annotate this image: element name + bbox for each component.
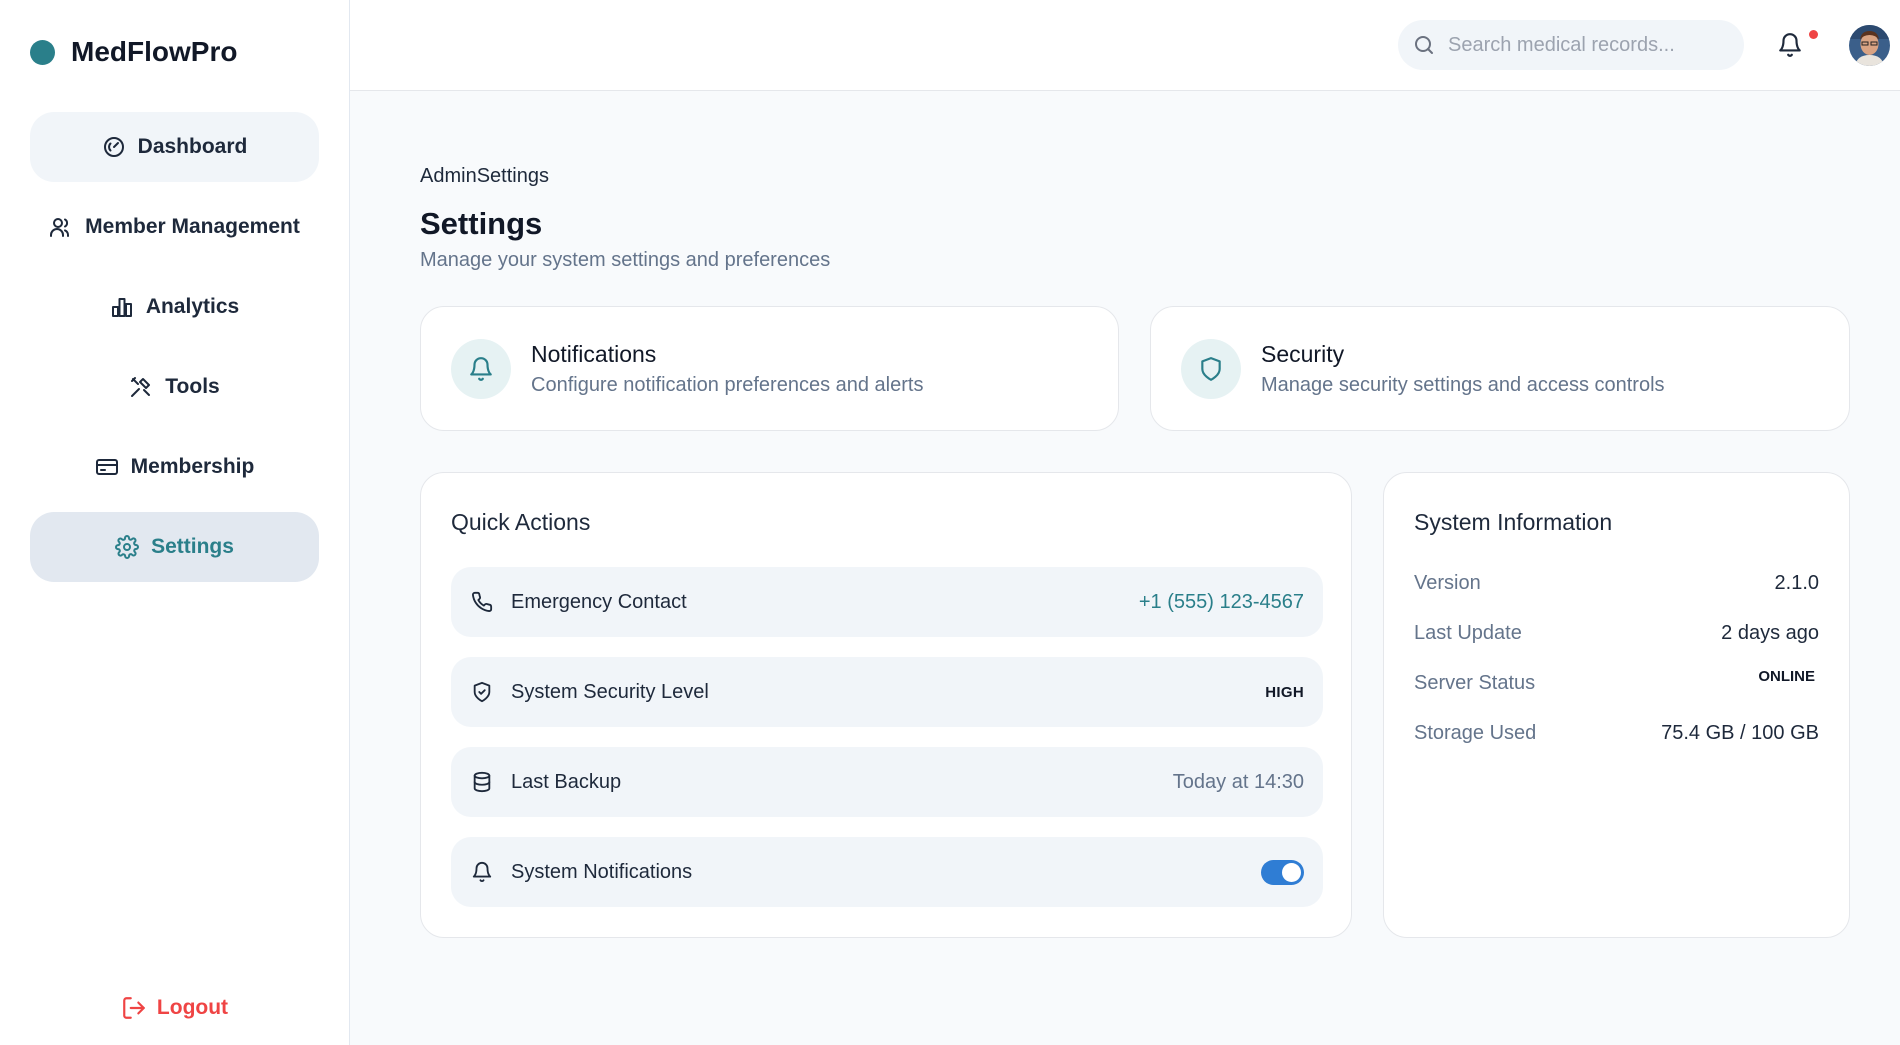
info-value: 2.1.0 bbox=[1774, 572, 1819, 594]
search-input[interactable] bbox=[1448, 33, 1718, 57]
quick-actions-panel: Quick Actions Emergency Contact +1 (555)… bbox=[420, 472, 1352, 938]
emergency-contact-row[interactable]: Emergency Contact +1 (555) 123-4567 bbox=[451, 567, 1323, 637]
info-value: 2 days ago bbox=[1721, 622, 1819, 644]
emergency-phone-link[interactable]: +1 (555) 123-4567 bbox=[1139, 591, 1304, 614]
toggle-knob bbox=[1282, 862, 1301, 882]
bell-icon bbox=[451, 338, 511, 399]
bar-chart-icon bbox=[110, 295, 134, 319]
sidebar-item-dashboard[interactable]: Dashboard bbox=[30, 112, 319, 182]
info-row-server-status: Server Status ONLINE bbox=[1414, 668, 1819, 695]
gear-icon bbox=[115, 535, 140, 559]
info-key: Version bbox=[1414, 572, 1481, 594]
info-key: Last Update bbox=[1414, 622, 1522, 644]
info-value: 75.4 GB / 100 GB bbox=[1661, 722, 1819, 744]
shield-icon bbox=[471, 681, 493, 703]
system-notifications-row[interactable]: System Notifications bbox=[451, 837, 1323, 907]
app-name: MedFlowPro bbox=[71, 36, 238, 67]
info-key: Storage Used bbox=[1414, 722, 1537, 744]
info-row-last-update: Last Update 2 days ago bbox=[1414, 622, 1819, 645]
search-bar[interactable] bbox=[1398, 20, 1744, 70]
sidebar-item-member-management[interactable]: Member Management bbox=[30, 192, 319, 262]
row-label: System Notifications bbox=[511, 860, 693, 883]
sidebar-item-analytics[interactable]: Analytics bbox=[30, 272, 319, 342]
logout-button[interactable]: Logout bbox=[30, 995, 319, 1021]
bell-icon bbox=[1777, 31, 1803, 59]
main-content: AdminSettings Settings Manage your syste… bbox=[350, 91, 1900, 1045]
notifications-button[interactable] bbox=[1777, 31, 1803, 59]
users-icon bbox=[49, 215, 73, 239]
top-bar bbox=[350, 0, 1900, 91]
tools-icon bbox=[129, 375, 153, 399]
phone-icon bbox=[471, 591, 493, 613]
app-logo[interactable]: MedFlowPro bbox=[30, 36, 237, 68]
card-title: Notifications bbox=[531, 340, 657, 367]
logout-icon bbox=[121, 995, 147, 1021]
sidebar-item-label: Tools bbox=[165, 375, 220, 398]
security-card[interactable]: Security Manage security settings and ac… bbox=[1150, 306, 1850, 431]
logout-label: Logout bbox=[156, 996, 229, 1019]
row-label: Last Backup bbox=[511, 770, 622, 793]
panel-title: Quick Actions bbox=[451, 509, 591, 535]
sidebar-item-label: Member Management bbox=[85, 215, 300, 238]
shield-icon bbox=[1181, 338, 1241, 399]
last-backup-row[interactable]: Last Backup Today at 14:30 bbox=[451, 747, 1323, 817]
database-icon bbox=[471, 771, 493, 793]
info-key: Server Status bbox=[1414, 672, 1536, 694]
notification-indicator bbox=[1809, 30, 1818, 39]
page-title: Settings bbox=[420, 206, 543, 241]
sidebar-item-label: Settings bbox=[151, 535, 234, 558]
sidebar-item-label: Membership bbox=[130, 455, 255, 478]
sidebar: MedFlowPro Dashboard Member Management A… bbox=[0, 0, 350, 1045]
breadcrumb: AdminSettings bbox=[420, 165, 549, 187]
sidebar-item-label: Analytics bbox=[145, 295, 240, 318]
last-backup-value: Today at 14:30 bbox=[1172, 770, 1304, 793]
info-row-storage-used: Storage Used 75.4 GB / 100 GB bbox=[1414, 722, 1819, 745]
search-icon bbox=[1412, 33, 1436, 57]
security-level-badge: HIGH bbox=[1265, 683, 1304, 701]
sidebar-item-membership[interactable]: Membership bbox=[30, 432, 319, 502]
gauge-icon bbox=[102, 135, 126, 159]
notifications-card[interactable]: Notifications Configure notification pre… bbox=[420, 306, 1119, 431]
page-subtitle: Manage your system settings and preferen… bbox=[420, 249, 831, 271]
sidebar-item-settings[interactable]: Settings bbox=[30, 512, 319, 582]
logo-mark bbox=[30, 39, 55, 65]
card-title: Security bbox=[1261, 340, 1345, 367]
info-row-version: Version 2.1.0 bbox=[1414, 572, 1819, 595]
row-label: System Security Level bbox=[511, 680, 709, 703]
bell-icon bbox=[471, 861, 493, 883]
panel-title: System Information bbox=[1414, 509, 1613, 535]
sidebar-item-label: Dashboard bbox=[137, 135, 248, 158]
card-description: Configure notification preferences and a… bbox=[531, 373, 924, 396]
row-label: Emergency Contact bbox=[511, 590, 687, 613]
avatar[interactable] bbox=[1849, 25, 1890, 66]
sidebar-item-tools[interactable]: Tools bbox=[30, 352, 319, 422]
server-status-badge: ONLINE bbox=[1758, 668, 1815, 685]
system-notifications-toggle[interactable] bbox=[1261, 859, 1304, 885]
system-information-panel: System Information Version 2.1.0 Last Up… bbox=[1383, 472, 1850, 938]
card-icon bbox=[95, 455, 119, 479]
card-description: Manage security settings and access cont… bbox=[1261, 373, 1665, 396]
security-level-row[interactable]: System Security Level HIGH bbox=[451, 657, 1323, 727]
